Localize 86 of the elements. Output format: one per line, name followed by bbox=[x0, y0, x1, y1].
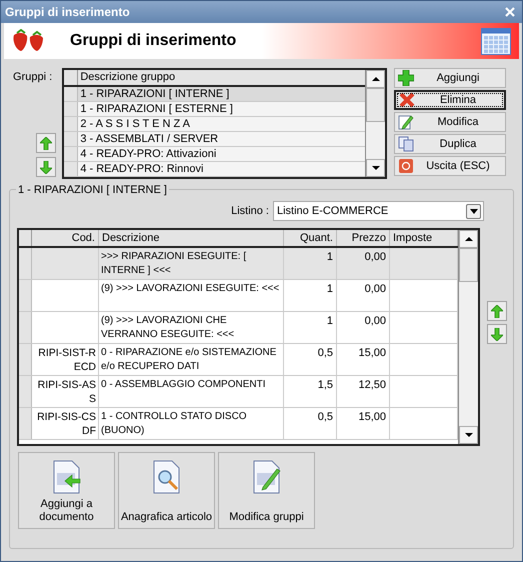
document-magnifier-icon bbox=[150, 459, 182, 495]
table-cell: RIPI-SIST-RECD bbox=[32, 344, 99, 375]
plus-icon bbox=[398, 70, 414, 86]
scrollbar[interactable] bbox=[458, 230, 478, 444]
up-arrow-icon bbox=[491, 304, 503, 318]
group-name: 4 - READY-PRO: Rinnovi bbox=[79, 162, 204, 176]
move-up-button[interactable] bbox=[36, 133, 56, 153]
scroll-thumb[interactable] bbox=[366, 88, 385, 122]
tool-button[interactable]: Aggiungi a documento bbox=[18, 452, 115, 529]
group-name: 1 - RIPARAZIONI [ ESTERNE ] bbox=[79, 102, 234, 116]
column-header: Descrizione gruppo bbox=[79, 70, 176, 85]
action-button[interactable]: Aggiungi bbox=[394, 68, 506, 88]
dropdown-caret-icon[interactable] bbox=[466, 204, 481, 218]
up-arrow-icon bbox=[40, 136, 52, 150]
table-cell: 0,5 bbox=[284, 408, 337, 439]
group-box-title: 1 - RIPARAZIONI [ INTERNE ] bbox=[16, 182, 169, 198]
power-icon bbox=[398, 158, 414, 174]
table-cell: 0,5 bbox=[284, 344, 337, 375]
document-arrow-icon bbox=[50, 459, 82, 495]
table-cell: 1 bbox=[284, 280, 337, 311]
table-cell: 0,00 bbox=[337, 248, 390, 279]
cross-icon bbox=[399, 92, 415, 108]
down-arrow-icon bbox=[491, 328, 503, 340]
move-down-button[interactable] bbox=[36, 157, 56, 177]
item-row[interactable]: >>> RIPARAZIONI ESEGUITE: [ INTERNE ] <<< 1 0,00 bbox=[19, 248, 458, 280]
table-cell: 15,00 bbox=[337, 344, 390, 375]
action-button[interactable]: Elimina bbox=[394, 90, 506, 110]
window-title: Gruppi di inserimento bbox=[5, 4, 130, 21]
scroll-thumb[interactable] bbox=[459, 248, 478, 282]
document-pencil-icon bbox=[250, 459, 282, 495]
group-name: 2 - A S S I S T E N Z A bbox=[79, 117, 191, 131]
close-button[interactable] bbox=[502, 5, 518, 19]
scroll-down-icon[interactable] bbox=[459, 426, 478, 444]
header-title: Gruppi di inserimento bbox=[70, 31, 236, 51]
table-cell: 0,00 bbox=[337, 312, 390, 343]
item-row[interactable]: (9) >>> LAVORAZIONI ESEGUITE: <<< 1 0,00 bbox=[19, 280, 458, 312]
scrollbar[interactable] bbox=[365, 70, 385, 177]
move-down-button[interactable] bbox=[487, 324, 507, 344]
table-cell: 15,00 bbox=[337, 408, 390, 439]
action-button[interactable]: Duplica bbox=[394, 134, 506, 154]
down-arrow-icon bbox=[40, 160, 52, 174]
group-name: 1 - RIPARAZIONI [ INTERNE ] bbox=[79, 87, 230, 101]
action-button[interactable]: Uscita (ESC) bbox=[394, 156, 506, 176]
tool-button[interactable]: Modifica gruppi bbox=[218, 452, 315, 529]
group-row[interactable]: 4 - READY-PRO: Attivazioni bbox=[64, 147, 365, 162]
column-header: Descrizione bbox=[99, 230, 284, 246]
scroll-up-icon[interactable] bbox=[366, 70, 385, 88]
table-cell: 0 - ASSEMBLAGGIO COMPONENTI bbox=[99, 376, 284, 407]
column-header: Quant. bbox=[284, 230, 337, 246]
groups-label: Gruppi : bbox=[13, 70, 54, 85]
table-cell: 1 bbox=[284, 248, 337, 279]
tool-button[interactable]: Anagrafica articolo bbox=[118, 452, 215, 529]
table-cell: 0 - RIPARAZIONE e/o SISTEMAZIONE e/o RECUPERO DATI bbox=[99, 344, 284, 375]
copy-documents-icon bbox=[398, 136, 414, 152]
item-row[interactable]: RIPI-SIST-RECD 0 - RIPARAZIONE e/o SISTEMAZIONE e/o RECUPERO DATI 0,5 15,00 bbox=[19, 344, 458, 376]
group-name: 3 - ASSEMBLATI / SERVER bbox=[79, 132, 220, 146]
table-cell: RIPI-SIS-CSDF bbox=[32, 408, 99, 439]
table-cell: 1 bbox=[284, 312, 337, 343]
group-row[interactable]: 3 - ASSEMBLATI / SERVER bbox=[64, 132, 365, 147]
column-header: Cod. bbox=[32, 230, 99, 246]
table-cell: RIPI-SIS-ASS bbox=[32, 376, 99, 407]
group-name: 4 - READY-PRO: Attivazioni bbox=[79, 147, 218, 161]
item-row[interactable]: RIPI-SIS-ASS 0 - ASSEMBLAGGIO COMPONENTI 1,5 12,50 bbox=[19, 376, 458, 408]
table-cell: 1 - CONTROLLO STATO DISCO (BUONO) bbox=[99, 408, 284, 439]
calendar-icon bbox=[481, 28, 511, 54]
action-button[interactable]: Modifica bbox=[394, 112, 506, 132]
column-header: Prezzo bbox=[337, 230, 390, 246]
table-cell: 0,00 bbox=[337, 280, 390, 311]
table-cell: (9) >>> LAVORAZIONI ESEGUITE: <<< bbox=[99, 280, 284, 311]
scroll-down-icon[interactable] bbox=[366, 159, 385, 177]
group-row[interactable]: 4 - READY-PRO: Rinnovi bbox=[64, 162, 365, 177]
pencil-document-icon bbox=[398, 114, 414, 130]
table-cell: >>> RIPARAZIONI ESEGUITE: [ INTERNE ] <<< bbox=[99, 248, 284, 279]
group-row[interactable]: 2 - A S S I S T E N Z A bbox=[64, 117, 365, 132]
listino-dropdown[interactable]: Listino E-COMMERCE bbox=[273, 201, 484, 221]
listino-label: Listino : bbox=[231, 204, 269, 219]
scroll-up-icon[interactable] bbox=[459, 230, 478, 248]
close-icon bbox=[505, 7, 515, 17]
item-row[interactable]: RIPI-SIS-CSDF 1 - CONTROLLO STATO DISCO (BUONO) 0,5 15,00 bbox=[19, 408, 458, 440]
item-row[interactable]: (9) >>> LAVORAZIONI CHE VERRANNO ESEGUITE: <<< 1 0,00 bbox=[19, 312, 458, 344]
table-cell: (9) >>> LAVORAZIONI CHE VERRANNO ESEGUITE: <<< bbox=[99, 312, 284, 343]
group-row[interactable]: 1 - RIPARAZIONI [ INTERNE ] bbox=[64, 87, 365, 102]
move-up-button[interactable] bbox=[487, 301, 507, 321]
table-cell: 12,50 bbox=[337, 376, 390, 407]
group-row[interactable]: 1 - RIPARAZIONI [ ESTERNE ] bbox=[64, 102, 365, 117]
table-cell: 1,5 bbox=[284, 376, 337, 407]
